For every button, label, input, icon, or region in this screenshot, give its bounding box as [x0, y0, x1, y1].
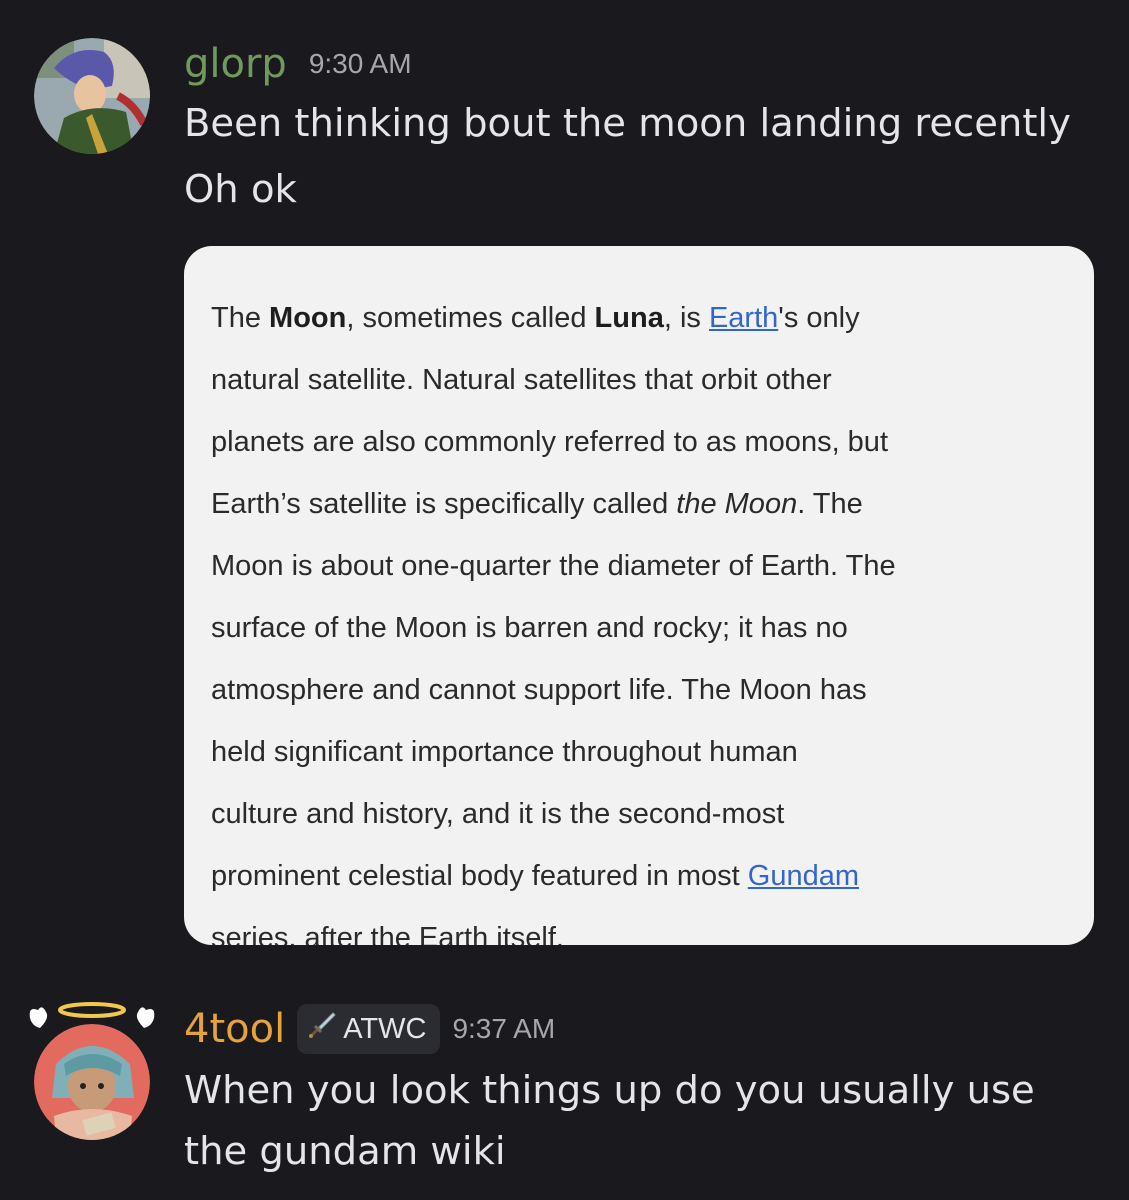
username-glorp[interactable]: glorp	[184, 40, 287, 88]
wiki-link-gundam: Gundam	[747, 860, 860, 892]
guild-tag-label: ATWC	[343, 1012, 427, 1045]
message-text: Been thinking bout the moon landing rece…	[184, 101, 1071, 146]
sword-icon	[307, 1010, 343, 1048]
message-text: Oh ok	[184, 167, 297, 212]
timestamp: 9:30 AM	[308, 48, 412, 79]
message-4tool: 4tool ATWC 9:37 AM When you look things …	[0, 990, 1129, 1200]
wiki-text-line: prominent celestial body featured in mos…	[211, 860, 860, 892]
avatar-glorp[interactable]	[34, 38, 150, 154]
wiki-text-line: Moon is about one-quarter the diameter o…	[211, 550, 896, 582]
wiki-text-line: planets are also commonly referred to as…	[211, 426, 888, 458]
wiki-link-earth: Earth	[708, 302, 779, 334]
wiki-text-line: Earth’s satellite is specifically called…	[211, 488, 863, 520]
wiki-text-line: atmosphere and cannot support life. The …	[211, 674, 867, 706]
message-text: When you look things up do you usually u…	[184, 1068, 1035, 1113]
wiki-screenshot-attachment[interactable]: The Moon, sometimes called Luna, is Eart…	[184, 246, 1094, 945]
wiki-text-line: natural satellite. Natural satellites th…	[211, 364, 832, 396]
avatar-4tool[interactable]	[34, 1024, 150, 1140]
message-text: the gundam wiki	[184, 1129, 506, 1174]
timestamp: 9:37 AM	[452, 1013, 556, 1044]
wiki-text-line: surface of the Moon is barren and rocky;…	[211, 612, 848, 644]
wiki-text-line: series, after the Earth itself.	[211, 922, 564, 945]
username-4tool[interactable]: 4tool	[184, 1005, 285, 1053]
wiki-text-line: culture and history, and it is the secon…	[211, 798, 785, 830]
guild-tag[interactable]: ATWC	[297, 1004, 441, 1054]
wiki-text-line: held significant importance throughout h…	[211, 736, 798, 768]
wiki-text-line: The Moon, sometimes called Luna, is Eart…	[211, 302, 860, 334]
message-glorp: glorp 9:30 AM Been thinking bout the moo…	[0, 0, 1129, 230]
